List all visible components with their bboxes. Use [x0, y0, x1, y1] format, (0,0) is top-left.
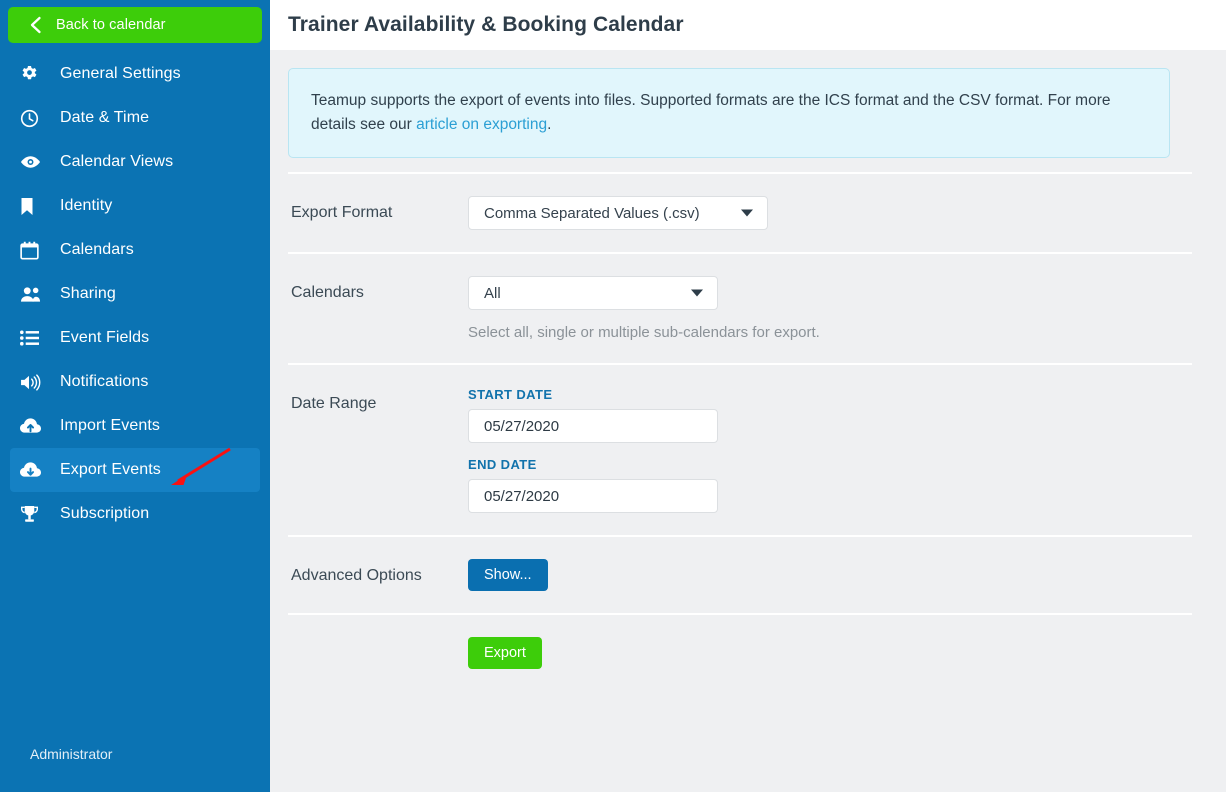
export-format-label: Export Format [291, 204, 393, 222]
sidebar-item-notifications[interactable]: Notifications [10, 360, 260, 404]
sidebar-item-date-time[interactable]: Date & Time [10, 96, 260, 140]
cloud-upload-icon [20, 418, 48, 434]
eye-icon [20, 154, 48, 170]
calendar-icon [20, 241, 48, 260]
users-icon [20, 286, 48, 303]
sidebar-item-import-events[interactable]: Import Events [10, 404, 260, 448]
sidebar-user-label: Administrator [30, 746, 113, 762]
calendars-row: Calendars All Select all, single or mult… [288, 252, 1192, 363]
export-row: Export [288, 613, 1192, 691]
back-to-calendar-button[interactable]: Back to calendar [8, 7, 262, 43]
sidebar-item-label: General Settings [60, 65, 181, 82]
page-title: Trainer Availability & Booking Calendar [288, 13, 684, 36]
date-range-label: Date Range [291, 395, 377, 413]
date-range-row: Date Range START DATE END DATE [288, 363, 1192, 535]
sidebar-item-label: Date & Time [60, 109, 150, 126]
end-date-input[interactable] [468, 479, 718, 514]
end-date-label: END DATE [468, 457, 537, 473]
export-button[interactable]: Export [468, 637, 542, 670]
sidebar-item-label: Event Fields [60, 329, 150, 346]
export-format-selected-value: Comma Separated Values (.csv) [484, 204, 700, 222]
article-on-exporting-link[interactable]: article on exporting [416, 116, 547, 133]
chevron-down-icon [741, 209, 753, 217]
sidebar-item-label: Calendar Views [60, 153, 174, 170]
clock-icon [20, 109, 48, 128]
settings-page: Back to calendar General Settings Date &… [0, 0, 1226, 792]
main-content: Trainer Availability & Booking Calendar … [270, 0, 1226, 792]
show-advanced-options-button[interactable]: Show... [468, 559, 548, 592]
info-banner: Teamup supports the export of events int… [288, 68, 1170, 159]
sidebar-item-label: Subscription [60, 505, 150, 522]
list-icon [20, 330, 48, 346]
sidebar-item-event-fields[interactable]: Event Fields [10, 316, 260, 360]
settings-content: Teamup supports the export of events int… [270, 68, 1226, 691]
start-date-label: START DATE [468, 387, 553, 403]
calendars-select[interactable]: All [468, 276, 718, 311]
bookmark-icon [20, 197, 48, 216]
top-bar: Trainer Availability & Booking Calendar [270, 0, 1226, 50]
sidebar-item-label: Export Events [60, 461, 161, 478]
advanced-options-row: Advanced Options Show... [288, 535, 1192, 613]
sidebar-item-calendars[interactable]: Calendars [10, 228, 260, 272]
speaker-icon [20, 373, 48, 391]
chevron-left-icon [20, 16, 50, 34]
sidebar-item-label: Identity [60, 197, 113, 214]
sidebar-item-label: Import Events [60, 417, 161, 434]
calendars-helper-text: Select all, single or multiple sub-calen… [468, 324, 820, 342]
sidebar-item-subscription[interactable]: Subscription [10, 492, 260, 536]
start-date-input[interactable] [468, 409, 718, 444]
sidebar-item-general-settings[interactable]: General Settings [10, 52, 260, 96]
calendars-label: Calendars [291, 284, 364, 302]
sidebar-item-calendar-views[interactable]: Calendar Views [10, 140, 260, 184]
calendars-selected-value: All [484, 284, 501, 302]
info-text-after: . [547, 116, 552, 134]
export-row-spacer [288, 637, 468, 645]
sidebar-item-identity[interactable]: Identity [10, 184, 260, 228]
trophy-icon [20, 505, 48, 524]
sidebar-item-export-events[interactable]: Export Events [10, 448, 260, 492]
sidebar-nav: General Settings Date & Time Calendar Vi… [0, 52, 270, 536]
cloud-download-icon [20, 462, 48, 478]
chevron-down-icon [691, 289, 703, 297]
export-format-row: Export Format Comma Separated Values (.c… [288, 172, 1192, 252]
sidebar: Back to calendar General Settings Date &… [0, 0, 270, 792]
advanced-options-label: Advanced Options [291, 567, 422, 585]
sidebar-item-label: Notifications [60, 373, 149, 390]
gear-icon [20, 65, 48, 84]
export-format-select[interactable]: Comma Separated Values (.csv) [468, 196, 768, 231]
back-to-calendar-label: Back to calendar [56, 17, 166, 33]
sidebar-item-sharing[interactable]: Sharing [10, 272, 260, 316]
sidebar-item-label: Calendars [60, 241, 134, 258]
sidebar-item-label: Sharing [60, 285, 116, 302]
